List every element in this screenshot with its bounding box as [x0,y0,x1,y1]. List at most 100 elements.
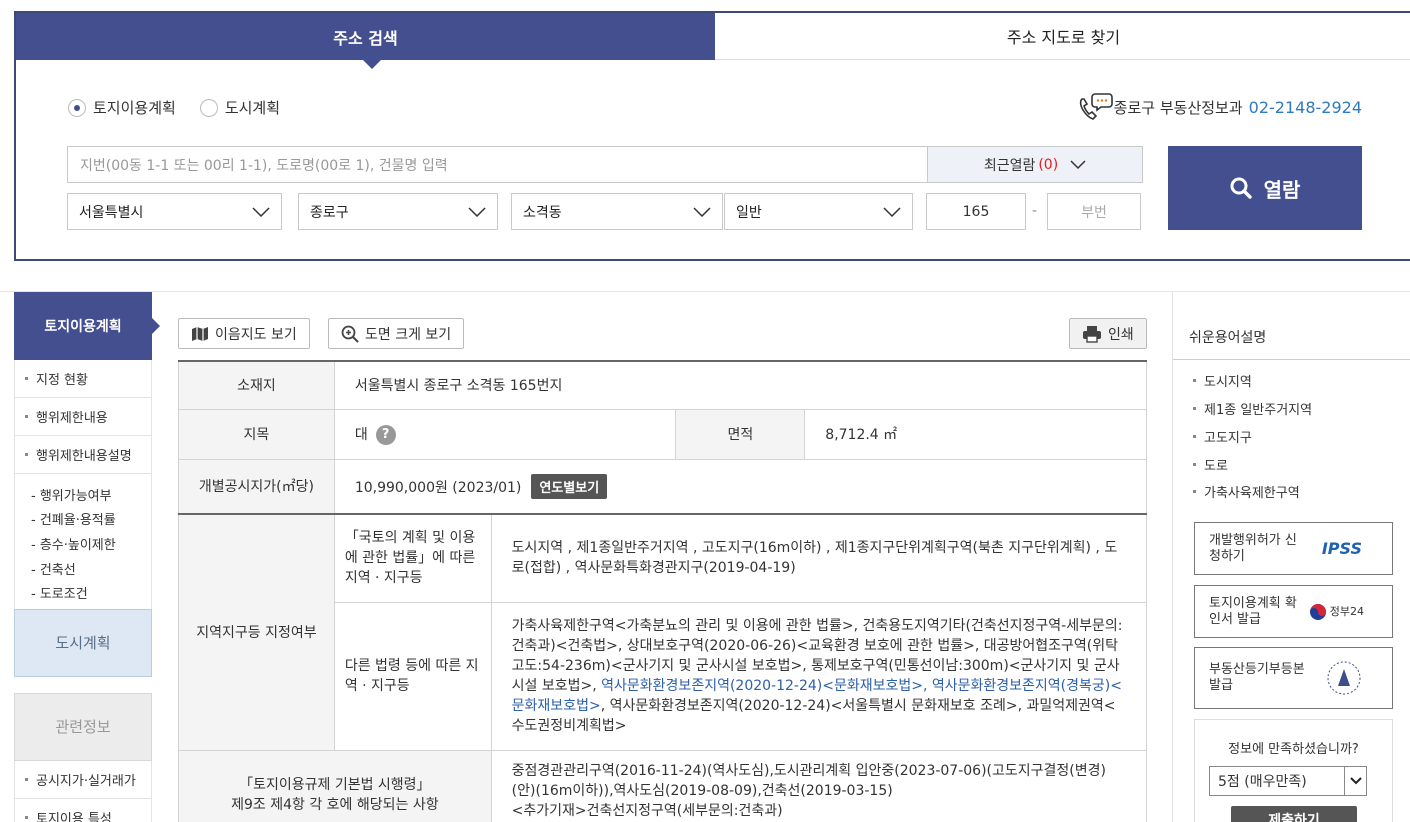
nav-related-info[interactable]: 관련정보 [14,692,152,761]
price-header: 개별공시지가(㎡당) [178,458,335,515]
dong-select-value: 소격동 [523,204,562,221]
main-number-input[interactable]: 165 [926,193,1026,230]
help-icon[interactable]: ? [375,424,396,445]
registry-label: 부동산등기부등본 발급 [1209,662,1305,693]
bullet-icon [1193,463,1196,466]
regulation-value: 중점경관관리구역(2016-11-24)(역사도심),도시관리계획 입안중(20… [511,762,1106,799]
glossary-term[interactable]: 고도지구 [1193,427,1252,446]
area-header: 면적 [675,408,806,460]
bullet-icon [25,453,28,456]
jimok-header: 지목 [178,408,335,460]
glossary-term-label: 고도지구 [1204,431,1252,446]
survey-score-select[interactable]: 5점 (매우만족) [1209,766,1367,796]
table-row: 지역지구등 지정여부 「국토의 계획 및 이용에 관한 법률」에 따른 지역 ·… [178,513,1148,751]
contact-phone[interactable]: 02-2148-2924 [1249,98,1362,117]
city-select[interactable]: 서울특별시 [67,193,282,230]
land-info-table: 소재지 서울특별시 종로구 소격동 165번지 지목 대? 면적 8,712.4… [178,360,1148,822]
dev-permit-label: 개발행위허가 신청하기 [1209,532,1297,564]
zoom-view-button[interactable]: 도면 크게 보기 [328,318,465,349]
recent-view-dropdown[interactable]: 최근열람 (0) [927,146,1143,183]
court-emblem-icon [1327,661,1361,695]
bullet-icon [1193,435,1196,438]
recent-label: 최근열람 [983,157,1036,174]
lot-type-select-value: 일반 [736,204,762,221]
gov24-logo-icon: 정부24 [1309,603,1364,621]
search-button[interactable]: 열람 [1168,146,1362,230]
regulation-header-line1: 「토지이용규제 기본법 시행령」 [239,777,431,793]
nav-city-plan[interactable]: 도시계획 [14,608,152,677]
land-plan-cert-label: 토지이용계획 확인서 발급 [1209,595,1297,627]
chevron-down-icon [1070,159,1086,169]
regulation-header-line2: 제9조 제4항 각 호에 해당되는 사항 [231,797,439,813]
nav-item-price[interactable]: 공시지가·실거래가 [14,760,152,799]
search-button-label: 열람 [1263,177,1301,202]
nav-sub-item[interactable]: - 층수·높이제한 [31,531,151,556]
tab-map-search[interactable]: 주소 지도로 찾기 [715,13,1410,60]
bullet-icon [25,415,28,418]
print-button[interactable]: 인쇄 [1069,318,1147,349]
search-tabs: 주소 검색 주소 지도로 찾기 [16,13,1410,69]
nav-item-land-feature[interactable]: 토지이용 특성 [14,798,152,822]
glossary-term-label: 도로 [1204,459,1228,474]
table-row: 소재지 서울특별시 종로구 소격동 165번지 [178,360,1148,410]
bullet-icon [1193,379,1196,382]
search-panel: 주소 검색 주소 지도로 찾기 토지이용계획 도시계획 종로구 부동산정보과 0… [14,11,1410,261]
survey-question: 정보에 만족하셨습니까? [1228,742,1359,757]
satisfaction-survey: 정보에 만족하셨습니까? 5점 (매우만족) 제출하기 [1194,719,1393,822]
radio-city-plan[interactable]: 도시계획 [199,97,281,118]
nav-sub-item[interactable]: - 건폐율·용적률 [31,507,151,532]
radio-unchecked-icon [199,98,218,117]
nav-item-label: 행위제한내용설명 [36,449,132,464]
nav-item-restriction[interactable]: 행위제한내용 [14,398,152,436]
sub-number-input[interactable]: 부번 [1047,193,1141,230]
radio-checked-icon [68,98,86,117]
survey-submit-button[interactable]: 제출하기 [1231,806,1357,822]
radio-city-plan-label: 도시계획 [224,99,281,117]
price-cell: 10,990,000원 (2023/01) 연도별보기 [333,458,1148,515]
glossary-term-label: 도시지역 [1204,375,1252,390]
lot-type-select[interactable]: 일반 [724,193,913,230]
tab-address-search[interactable]: 주소 검색 [16,13,715,69]
dong-select[interactable]: 소격동 [511,193,723,230]
glossary-term[interactable]: 도시지역 [1193,371,1252,390]
contact-info: 종로구 부동산정보과 02-2148-2924 [1076,91,1362,123]
jimok-value: 대 [354,426,368,443]
glossary-term[interactable]: 가축사육제한구역 [1193,482,1300,501]
contact-label: 종로구 부동산정보과 [1113,98,1243,117]
nav-sub-item[interactable]: - 행위가능여부 [31,482,151,507]
nav-item-designation[interactable]: 지정 현황 [14,360,152,398]
search-icon [1230,177,1252,199]
left-nav: 토지이용계획 지정 현황 행위제한내용 행위제한내용설명 - 행위가능여부 - … [14,292,160,822]
glossary-term[interactable]: 도로 [1193,455,1228,474]
district-select-value: 종로구 [310,204,349,221]
map-view-button[interactable]: 이음지도 보기 [178,318,310,349]
map-view-label: 이음지도 보기 [215,326,297,343]
nav-sub-item[interactable]: - 건축선 [31,556,151,581]
land-plan-cert-link[interactable]: 토지이용계획 확인서 발급 정부24 [1194,585,1393,638]
nav-sub-item[interactable]: - 도로조건 [31,580,151,605]
address-search-input[interactable]: 지번(00동 1-1 또는 00리 1-1), 도로명(00로 1), 건물명 … [67,146,928,183]
law2-header: 다른 법령 등에 따른 지역 · 지구등 [333,601,492,751]
nav-item-label: 공시지가·실거래가 [36,773,136,789]
chevron-down-icon [252,206,270,217]
registry-link[interactable]: 부동산등기부등본 발급 [1194,647,1393,709]
nav-item-label: 행위제한내용 [36,411,108,426]
table-row: 개별공시지가(㎡당) 10,990,000원 (2023/01) 연도별보기 [178,458,1148,515]
zoom-in-icon [341,325,359,343]
nav-land-plan[interactable]: 토지이용계획 [14,292,160,360]
radio-land-plan[interactable]: 토지이용계획 [68,97,176,118]
nav-item-label: 지정 현황 [36,373,88,388]
district-select[interactable]: 종로구 [298,193,498,230]
dev-permit-link[interactable]: 개발행위허가 신청하기 IPSS [1194,522,1393,575]
radio-land-plan-label: 토지이용계획 [93,99,176,117]
chevron-down-icon [883,206,901,217]
plan-type-radio-group: 토지이용계획 도시계획 [68,97,304,118]
nav-item-restriction-desc[interactable]: 행위제한내용설명 [14,436,152,474]
right-sidebar: 쉬운용어설명 도시지역 제1종 일반주거지역 고도지구 도로 가축사육제한구역 … [1172,292,1410,822]
chevron-down-icon [693,206,711,217]
location-header: 소재지 [178,360,335,410]
law1-value: 도시지역 , 제1종일반주거지역 , 고도지구(16m이하) , 제1종지구단위… [490,513,1148,603]
city-select-value: 서울특별시 [79,204,144,221]
glossary-term[interactable]: 제1종 일반주거지역 [1193,399,1312,418]
yearly-view-button[interactable]: 연도별보기 [531,473,608,499]
